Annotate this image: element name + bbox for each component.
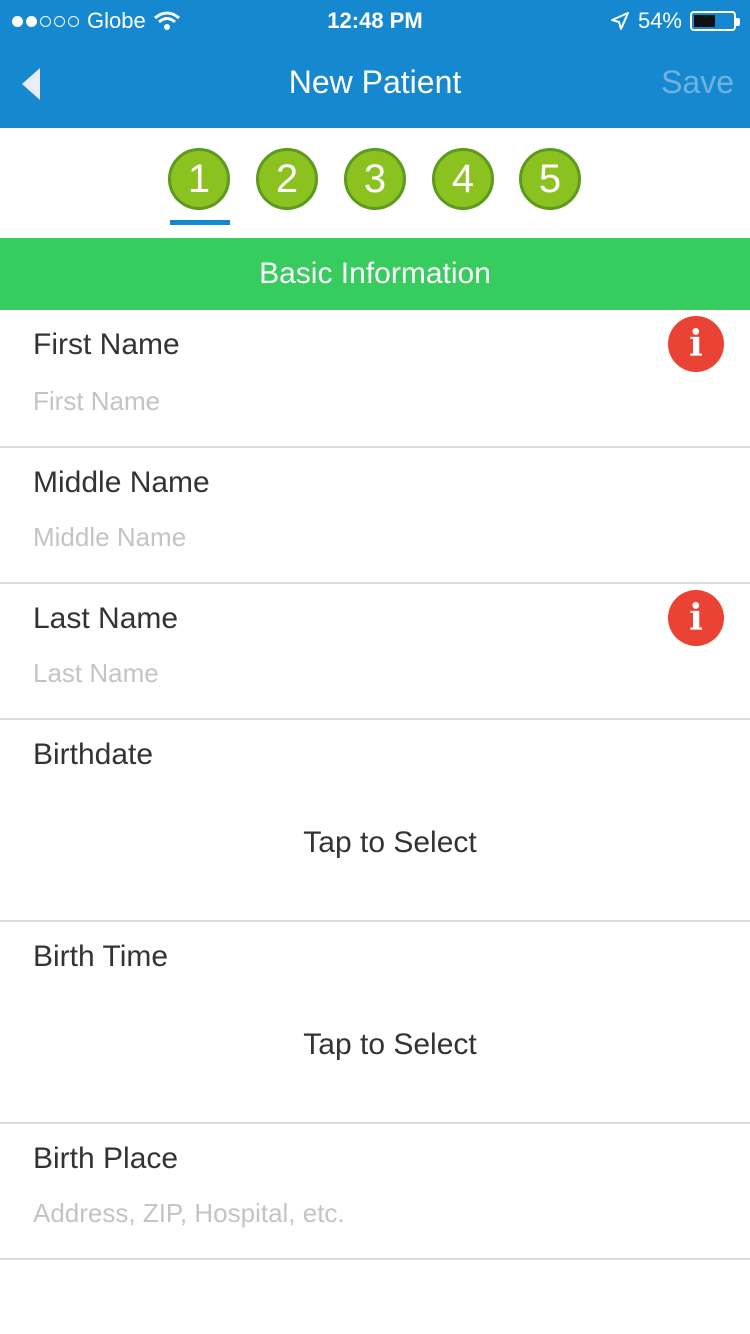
field-label: Last Name xyxy=(33,602,179,635)
field-label: First Name xyxy=(33,328,180,361)
field-label: Middle Name xyxy=(33,466,210,499)
birthdate-field[interactable]: Birthdate Tap to Select xyxy=(0,720,750,922)
status-right: 54% xyxy=(610,8,740,34)
birth-time-select[interactable]: Tap to Select xyxy=(0,1028,750,1062)
step-1-button[interactable]: 1 xyxy=(168,148,230,210)
step-4-button[interactable]: 4 xyxy=(432,148,494,210)
status-bar: Globe 12:48 PM 54% xyxy=(0,0,750,40)
step-3-button[interactable]: 3 xyxy=(344,148,406,210)
birth-place-field[interactable]: Birth Place Address, ZIP, Hospital, etc. xyxy=(0,1124,750,1260)
birthdate-select[interactable]: Tap to Select xyxy=(0,826,750,860)
section-header: Basic Information xyxy=(0,238,750,310)
last-name-field[interactable]: Last Name i Last Name xyxy=(0,584,750,720)
first-name-input[interactable]: First Name xyxy=(33,386,160,417)
field-label: Birthdate xyxy=(33,738,154,771)
active-step-underline xyxy=(170,220,230,225)
middle-name-input[interactable]: Middle Name xyxy=(33,522,186,553)
birth-time-field[interactable]: Birth Time Tap to Select xyxy=(0,922,750,1124)
field-label: Birth Place xyxy=(33,1142,179,1175)
info-icon[interactable]: i xyxy=(668,590,724,646)
field-label: Birth Time xyxy=(33,940,169,973)
navigation-bar: New Patient Save xyxy=(0,40,750,128)
battery-percent: 54% xyxy=(637,8,682,33)
middle-name-field[interactable]: Middle Name Middle Name xyxy=(0,448,750,584)
step-2-button[interactable]: 2 xyxy=(256,148,318,210)
step-5-button[interactable]: 5 xyxy=(519,148,581,210)
location-arrow-icon xyxy=(610,12,629,30)
page-title: New Patient xyxy=(288,64,462,100)
top-bar: Globe 12:48 PM 54% New Patient Save xyxy=(0,0,750,128)
last-name-input[interactable]: Last Name xyxy=(33,658,159,689)
battery-icon xyxy=(690,11,740,31)
save-button[interactable]: Save xyxy=(661,64,734,101)
birth-place-input[interactable]: Address, ZIP, Hospital, etc. xyxy=(33,1198,345,1229)
info-icon[interactable]: i xyxy=(668,316,724,372)
step-indicator: 1 2 3 4 5 xyxy=(0,128,750,238)
first-name-field[interactable]: First Name i First Name xyxy=(0,310,750,448)
battery-fill xyxy=(694,15,715,27)
